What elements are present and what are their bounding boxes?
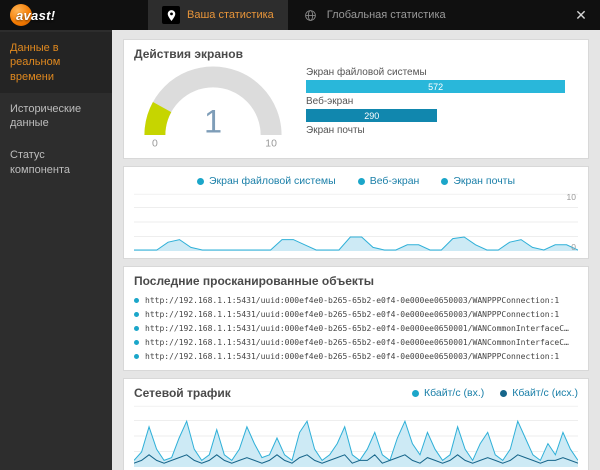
legend-label: Кбайт/с (исх.): [512, 387, 578, 399]
list-item: http://192.168.1.1:5431/uuid:000ef4e0-b2…: [134, 307, 578, 321]
gauge-min-label: 0: [152, 139, 158, 149]
gauge-value-arc: [144, 102, 172, 136]
network-traffic-legend: Кбайт/с (вх.) Кбайт/с (исх.): [412, 387, 578, 399]
screens-timeline-legend: Экран файловой системы Веб-экран Экран п…: [134, 174, 578, 193]
tab-your-statistics[interactable]: Ваша статистика: [148, 0, 288, 30]
bar-filesystem: 572: [306, 80, 566, 93]
scanned-url: http://192.168.1.1:5431/uuid:000ef4e0-b2…: [145, 351, 560, 361]
avast-logo: avast!: [0, 0, 130, 30]
location-pin-icon: [162, 6, 180, 24]
scanned-url: http://192.168.1.1:5431/uuid:000ef4e0-b2…: [145, 309, 560, 319]
sidebar-item-component-status[interactable]: Статус компонента: [0, 139, 112, 186]
legend-item-mail[interactable]: Экран почты: [441, 175, 515, 187]
network-traffic-title: Сетевой трафик: [134, 386, 231, 400]
tab-global-statistics[interactable]: Глобальная статистика: [288, 0, 460, 30]
scanned-url: http://192.168.1.1:5431/uuid:000ef4e0-b2…: [145, 295, 560, 305]
bullet-icon: [134, 297, 139, 303]
avast-statistics-window: avast! Ваша статистика Глобальная статис…: [0, 0, 600, 470]
avast-logo-text: avast!: [16, 7, 56, 23]
legend-label: Кбайт/с (вх.): [424, 387, 485, 399]
close-button[interactable]: ✕: [562, 0, 600, 30]
legend-item-kbps-out[interactable]: Кбайт/с (исх.): [500, 387, 578, 399]
network-traffic-card: Сетевой трафик Кбайт/с (вх.) Кбайт/с (ис…: [123, 378, 589, 470]
bar-value: 290: [364, 110, 380, 121]
legend-label: Экран почты: [453, 175, 516, 187]
bar-label-web: Веб-экран: [306, 96, 354, 107]
scanned-url: http://192.168.1.1:5431/uuid:000ef4e0-b2…: [145, 337, 569, 347]
screens-timeline-chart-wrap: 10 0: [134, 192, 578, 252]
network-traffic-chart-wrap: [134, 405, 578, 467]
sidebar-item-historical-data[interactable]: Исторические данные: [0, 93, 112, 140]
network-traffic-chart: [134, 405, 578, 467]
screens-timeline-card: Экран файловой системы Веб-экран Экран п…: [123, 166, 589, 259]
legend-item-web[interactable]: Веб-экран: [357, 175, 420, 187]
bullet-icon: [134, 325, 139, 331]
legend-dot-icon: [196, 177, 204, 185]
legend-label: Экран файловой системы: [208, 175, 336, 187]
bar-web: 290: [306, 109, 438, 122]
legend-dot-icon: [500, 389, 508, 397]
y-axis-max-label: 10: [566, 192, 576, 202]
legend-item-filesystem[interactable]: Экран файловой системы: [196, 175, 336, 187]
legend-dot-icon: [441, 177, 449, 185]
bar-label-filesystem: Экран файловой системы: [306, 67, 427, 78]
screens-timeline-chart: [134, 193, 578, 251]
bar-label-mail: Экран почты: [306, 125, 365, 136]
scanned-url: http://192.168.1.1:5431/uuid:000ef4e0-b2…: [145, 323, 569, 333]
list-item: http://192.168.1.1:5431/uuid:000ef4e0-b2…: [134, 349, 578, 363]
list-item: http://192.168.1.1:5431/uuid:000ef4e0-b2…: [134, 335, 578, 349]
legend-dot-icon: [357, 177, 365, 185]
gauge-value: 1: [204, 104, 222, 140]
scanned-objects-list: http://192.168.1.1:5431/uuid:000ef4e0-b2…: [134, 293, 578, 363]
titlebar: avast! Ваша статистика Глобальная статис…: [0, 0, 600, 30]
globe-icon: [302, 6, 320, 24]
scanned-objects-card: Последние просканированные объекты http:…: [123, 266, 589, 371]
bullet-icon: [134, 353, 139, 359]
screen-actions-bars: Экран файловой системы 572 Веб-экран 290…: [306, 63, 578, 151]
top-tabs: Ваша статистика Глобальная статистика: [148, 0, 460, 30]
tab-label: Глобальная статистика: [326, 9, 446, 21]
screen-actions-title: Действия экранов: [134, 47, 243, 61]
y-axis-min-label: 0: [571, 242, 576, 252]
list-item: http://192.168.1.1:5431/uuid:000ef4e0-b2…: [134, 293, 578, 307]
gauge-max-label: 10: [265, 139, 277, 149]
tab-label: Ваша статистика: [187, 9, 274, 21]
legend-item-kbps-in[interactable]: Кбайт/с (вх.): [412, 387, 484, 399]
scanned-objects-title: Последние просканированные объекты: [134, 274, 375, 288]
sidebar-item-realtime-data[interactable]: Данные в реальном времени: [0, 32, 112, 93]
legend-label: Веб-экран: [369, 175, 420, 187]
screen-actions-gauge: 1 0 10: [134, 63, 292, 149]
bar-value: 572: [428, 81, 444, 92]
legend-dot-icon: [412, 389, 419, 397]
screen-actions-card: Действия экранов 1 0 10 Экран файловой с…: [123, 39, 589, 159]
bullet-icon: [134, 311, 139, 317]
sidebar: Данные в реальном времени Исторические д…: [0, 30, 112, 470]
main-content: Действия экранов 1 0 10 Экран файловой с…: [112, 30, 600, 470]
bullet-icon: [134, 339, 139, 345]
list-item: http://192.168.1.1:5431/uuid:000ef4e0-b2…: [134, 321, 578, 335]
